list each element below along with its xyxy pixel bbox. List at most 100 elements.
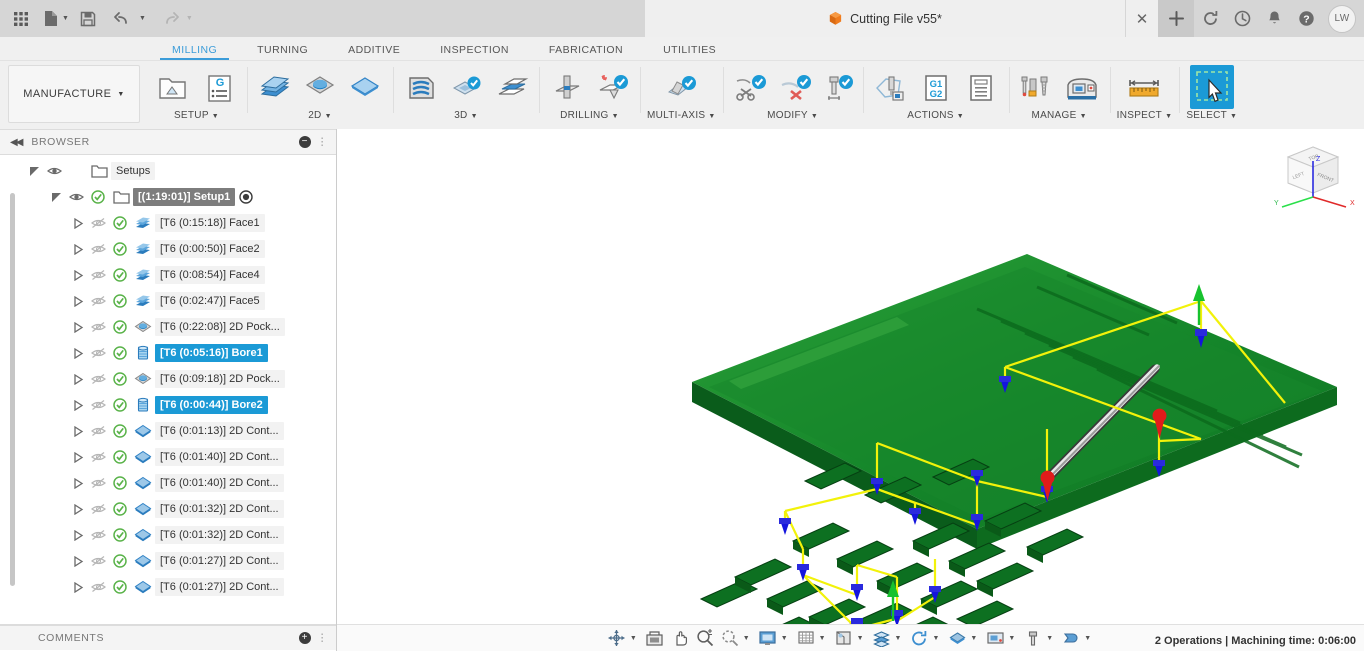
twisty-collapsed-icon[interactable] bbox=[70, 581, 87, 593]
undo-caret-icon[interactable]: ▼ bbox=[139, 15, 150, 22]
setup-sheet-icon[interactable] bbox=[960, 67, 1002, 109]
clock-icon[interactable] bbox=[1226, 0, 1258, 37]
ribbon-group-3d-label[interactable]: 3D ▼ bbox=[454, 110, 478, 121]
tab-additive[interactable]: ADDITIVE bbox=[328, 44, 420, 60]
toolpath-visibility-icon[interactable] bbox=[945, 627, 969, 649]
document-tab[interactable]: Cutting File v55* bbox=[645, 0, 1125, 37]
swarf-operation-icon[interactable] bbox=[660, 67, 702, 109]
visibility-off-icon[interactable] bbox=[87, 321, 109, 333]
browser-minimize-icon[interactable]: − bbox=[298, 136, 311, 148]
tab-turning[interactable]: TURNING bbox=[237, 44, 328, 60]
machine-visibility-icon[interactable] bbox=[983, 627, 1007, 649]
twisty-collapsed-icon[interactable] bbox=[70, 269, 87, 281]
visibility-off-icon[interactable] bbox=[87, 295, 109, 307]
valid-check-icon[interactable] bbox=[109, 372, 131, 386]
valid-check-icon[interactable] bbox=[109, 476, 131, 490]
twisty-collapsed-icon[interactable] bbox=[70, 555, 87, 567]
valid-check-icon[interactable] bbox=[109, 320, 131, 334]
pocket-operation-icon[interactable] bbox=[299, 67, 341, 109]
delete-toolpath-icon[interactable] bbox=[775, 67, 817, 109]
visibility-off-icon[interactable] bbox=[87, 399, 109, 411]
valid-check-icon[interactable] bbox=[109, 216, 131, 230]
tree-row[interactable]: [T6 (0:22:08)] 2D Pock... bbox=[0, 314, 336, 340]
valid-check-icon[interactable] bbox=[109, 502, 131, 516]
close-icon[interactable]: ✕ bbox=[1126, 0, 1158, 37]
tree-row[interactable]: [T6 (0:01:40)] 2D Cont... bbox=[0, 444, 336, 470]
section-view-icon[interactable] bbox=[1059, 627, 1083, 649]
orbit-caret-icon[interactable]: ▼ bbox=[630, 635, 642, 642]
visibility-off-icon[interactable] bbox=[87, 269, 109, 281]
tool-caret-icon[interactable]: ▼ bbox=[1046, 635, 1058, 642]
simulate-caret-icon[interactable]: ▼ bbox=[932, 635, 944, 642]
valid-check-icon[interactable] bbox=[109, 554, 131, 568]
machine-caret-icon[interactable]: ▼ bbox=[1008, 635, 1020, 642]
comments-expand-icon[interactable]: + bbox=[298, 632, 311, 644]
viewports-icon[interactable] bbox=[832, 627, 856, 649]
visibility-off-icon[interactable] bbox=[87, 529, 109, 541]
view-cube[interactable]: TOP FRONT LEFT X Y Z bbox=[1270, 137, 1356, 215]
twisty-collapsed-icon[interactable] bbox=[70, 503, 87, 515]
orbit-icon[interactable] bbox=[605, 627, 629, 649]
tab-fabrication[interactable]: FABRICATION bbox=[529, 44, 643, 60]
refresh-icon[interactable] bbox=[1194, 0, 1226, 37]
tree-row[interactable]: [T6 (0:08:54)] Face4 bbox=[0, 262, 336, 288]
grid-snaps-icon[interactable] bbox=[794, 627, 818, 649]
parallel-3d-icon[interactable] bbox=[445, 67, 487, 109]
pocket-clearing-3d-icon[interactable] bbox=[490, 67, 532, 109]
contour-operation-icon[interactable] bbox=[344, 67, 386, 109]
tree-row[interactable]: [T6 (0:01:27)] 2D Cont... bbox=[0, 574, 336, 600]
tree-row[interactable]: [T6 (0:00:44)] Bore2 bbox=[0, 392, 336, 418]
section-caret-icon[interactable]: ▼ bbox=[1084, 635, 1096, 642]
visibility-off-icon[interactable] bbox=[87, 477, 109, 489]
tool-visibility-icon[interactable] bbox=[1021, 627, 1045, 649]
tool-library-icon[interactable] bbox=[1016, 67, 1058, 109]
new-file-caret-icon[interactable]: ▼ bbox=[62, 15, 73, 22]
twisty-collapsed-icon[interactable] bbox=[70, 217, 87, 229]
visibility-off-icon[interactable] bbox=[87, 243, 109, 255]
post-process-icon[interactable]: G1 G2 bbox=[915, 67, 957, 109]
twisty-collapsed-icon[interactable] bbox=[70, 243, 87, 255]
new-setup-icon[interactable] bbox=[153, 67, 195, 109]
valid-check-icon[interactable] bbox=[109, 268, 131, 282]
simulate-action-icon[interactable] bbox=[870, 67, 912, 109]
simulate-icon[interactable] bbox=[907, 627, 931, 649]
ribbon-group-setup-label[interactable]: SETUP ▼ bbox=[174, 110, 219, 121]
browser-scrollbar[interactable] bbox=[10, 193, 15, 586]
ribbon-group-multiaxis-label[interactable]: MULTI-AXIS ▼ bbox=[647, 110, 716, 121]
tree-row[interactable]: Setups bbox=[0, 158, 336, 184]
valid-check-icon[interactable] bbox=[109, 294, 131, 308]
tree-row[interactable]: [T6 (0:01:32)] 2D Cont... bbox=[0, 522, 336, 548]
valid-check-icon[interactable] bbox=[109, 346, 131, 360]
visibility-off-icon[interactable] bbox=[87, 347, 109, 359]
tree-row[interactable]: [T6 (0:05:16)] Bore1 bbox=[0, 340, 336, 366]
twisty-collapsed-icon[interactable] bbox=[70, 373, 87, 385]
tree-row[interactable]: [T6 (0:09:18)] 2D Pock... bbox=[0, 366, 336, 392]
tree-row[interactable]: [T6 (0:01:40)] 2D Cont... bbox=[0, 470, 336, 496]
measure-icon[interactable] bbox=[1123, 67, 1165, 109]
twisty-collapsed-icon[interactable] bbox=[70, 399, 87, 411]
tree-row[interactable]: [T6 (0:01:27)] 2D Cont... bbox=[0, 548, 336, 574]
bore-operation-icon[interactable] bbox=[591, 67, 633, 109]
twisty-expanded-icon[interactable] bbox=[26, 166, 43, 177]
tab-utilities[interactable]: UTILITIES bbox=[643, 44, 736, 60]
visibility-on-icon[interactable] bbox=[43, 165, 65, 177]
tree-row[interactable]: [T6 (0:15:18)] Face1 bbox=[0, 210, 336, 236]
save-icon[interactable] bbox=[73, 4, 103, 34]
fit-caret-icon[interactable]: ▼ bbox=[743, 635, 755, 642]
tree-row[interactable]: [T6 (0:01:13)] 2D Cont... bbox=[0, 418, 336, 444]
redo-icon[interactable] bbox=[150, 4, 190, 34]
ribbon-group-manage-label[interactable]: MANAGE ▼ bbox=[1031, 110, 1086, 121]
tree-row[interactable]: [T6 (0:00:50)] Face2 bbox=[0, 236, 336, 262]
visibility-off-icon[interactable] bbox=[87, 581, 109, 593]
fit-icon[interactable] bbox=[718, 627, 742, 649]
valid-check-icon[interactable] bbox=[109, 450, 131, 464]
app-grid-icon[interactable] bbox=[6, 4, 36, 34]
ribbon-group-modify-label[interactable]: MODIFY ▼ bbox=[767, 110, 818, 121]
workspace-switcher-button[interactable]: MANUFACTURE ▼ bbox=[8, 65, 140, 123]
pan-icon[interactable] bbox=[668, 627, 692, 649]
collapse-browser-icon[interactable]: ◀◀ bbox=[10, 137, 23, 148]
twisty-expanded-icon[interactable] bbox=[48, 192, 65, 203]
help-icon[interactable]: ? bbox=[1290, 0, 1322, 37]
user-avatar[interactable]: LW bbox=[1328, 4, 1356, 33]
twisty-collapsed-icon[interactable] bbox=[70, 451, 87, 463]
